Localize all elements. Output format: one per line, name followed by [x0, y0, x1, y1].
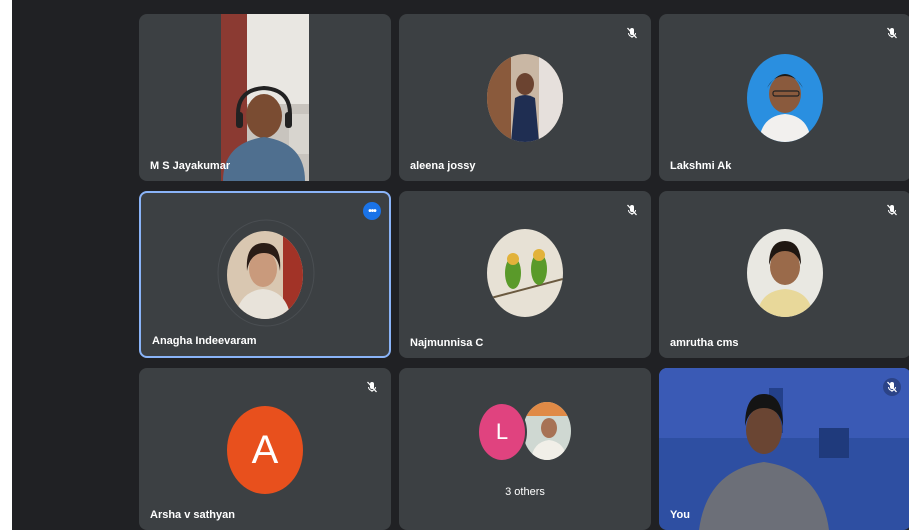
mic-off-icon — [883, 24, 901, 42]
video-feed — [221, 14, 309, 181]
participant-name: Lakshmi Ak — [670, 160, 732, 172]
left-margin — [0, 0, 12, 530]
mic-off-icon — [623, 24, 641, 42]
participant-avatar — [487, 54, 563, 142]
participant-name: Najmunnisa C — [410, 337, 484, 349]
participant-name: amrutha cms — [670, 337, 739, 349]
participant-name: Anagha Indeevaram — [152, 335, 257, 347]
participant-tile-arsha-v-sathyan[interactable]: A Arsha v sathyan — [139, 368, 391, 530]
participant-initial-avatar: A — [227, 406, 303, 494]
video-feed — [659, 368, 909, 530]
participant-tile-others[interactable]: L 3 others — [399, 368, 651, 530]
participant-avatar — [227, 231, 303, 319]
others-initial-avatar: L — [477, 402, 527, 462]
mic-off-icon — [883, 201, 901, 219]
participant-tile-lakshmi-ak[interactable]: Lakshmi Ak — [659, 14, 909, 181]
participant-name: Arsha v sathyan — [150, 509, 235, 521]
participant-name: You — [670, 509, 690, 521]
mic-off-icon — [883, 378, 901, 396]
more-options-icon[interactable]: ••• — [363, 202, 381, 220]
participant-tile-ms-jayakumar[interactable]: M S Jayakumar — [139, 14, 391, 181]
others-count-label: 3 others — [505, 486, 545, 498]
participant-tile-najmunnisa-c[interactable]: Najmunnisa C — [399, 191, 651, 358]
avatar-initial: A — [251, 427, 279, 472]
participant-tile-you[interactable]: You — [659, 368, 909, 530]
participant-tile-anagha-indeevaram[interactable]: ••• Anagha Indeevaram — [139, 191, 391, 358]
participant-avatar — [747, 229, 823, 317]
others-photo-avatar — [523, 402, 571, 460]
mic-off-icon — [623, 201, 641, 219]
participant-name: M S Jayakumar — [150, 160, 231, 172]
participant-name: aleena jossy — [410, 160, 476, 172]
participant-tile-aleena-jossy[interactable]: aleena jossy — [399, 14, 651, 181]
participant-avatar — [747, 54, 823, 142]
avatar-initial: L — [495, 419, 509, 444]
participant-tile-amrutha-cms[interactable]: amrutha cms — [659, 191, 909, 358]
participant-avatar — [487, 229, 563, 317]
mic-off-icon — [363, 378, 381, 396]
